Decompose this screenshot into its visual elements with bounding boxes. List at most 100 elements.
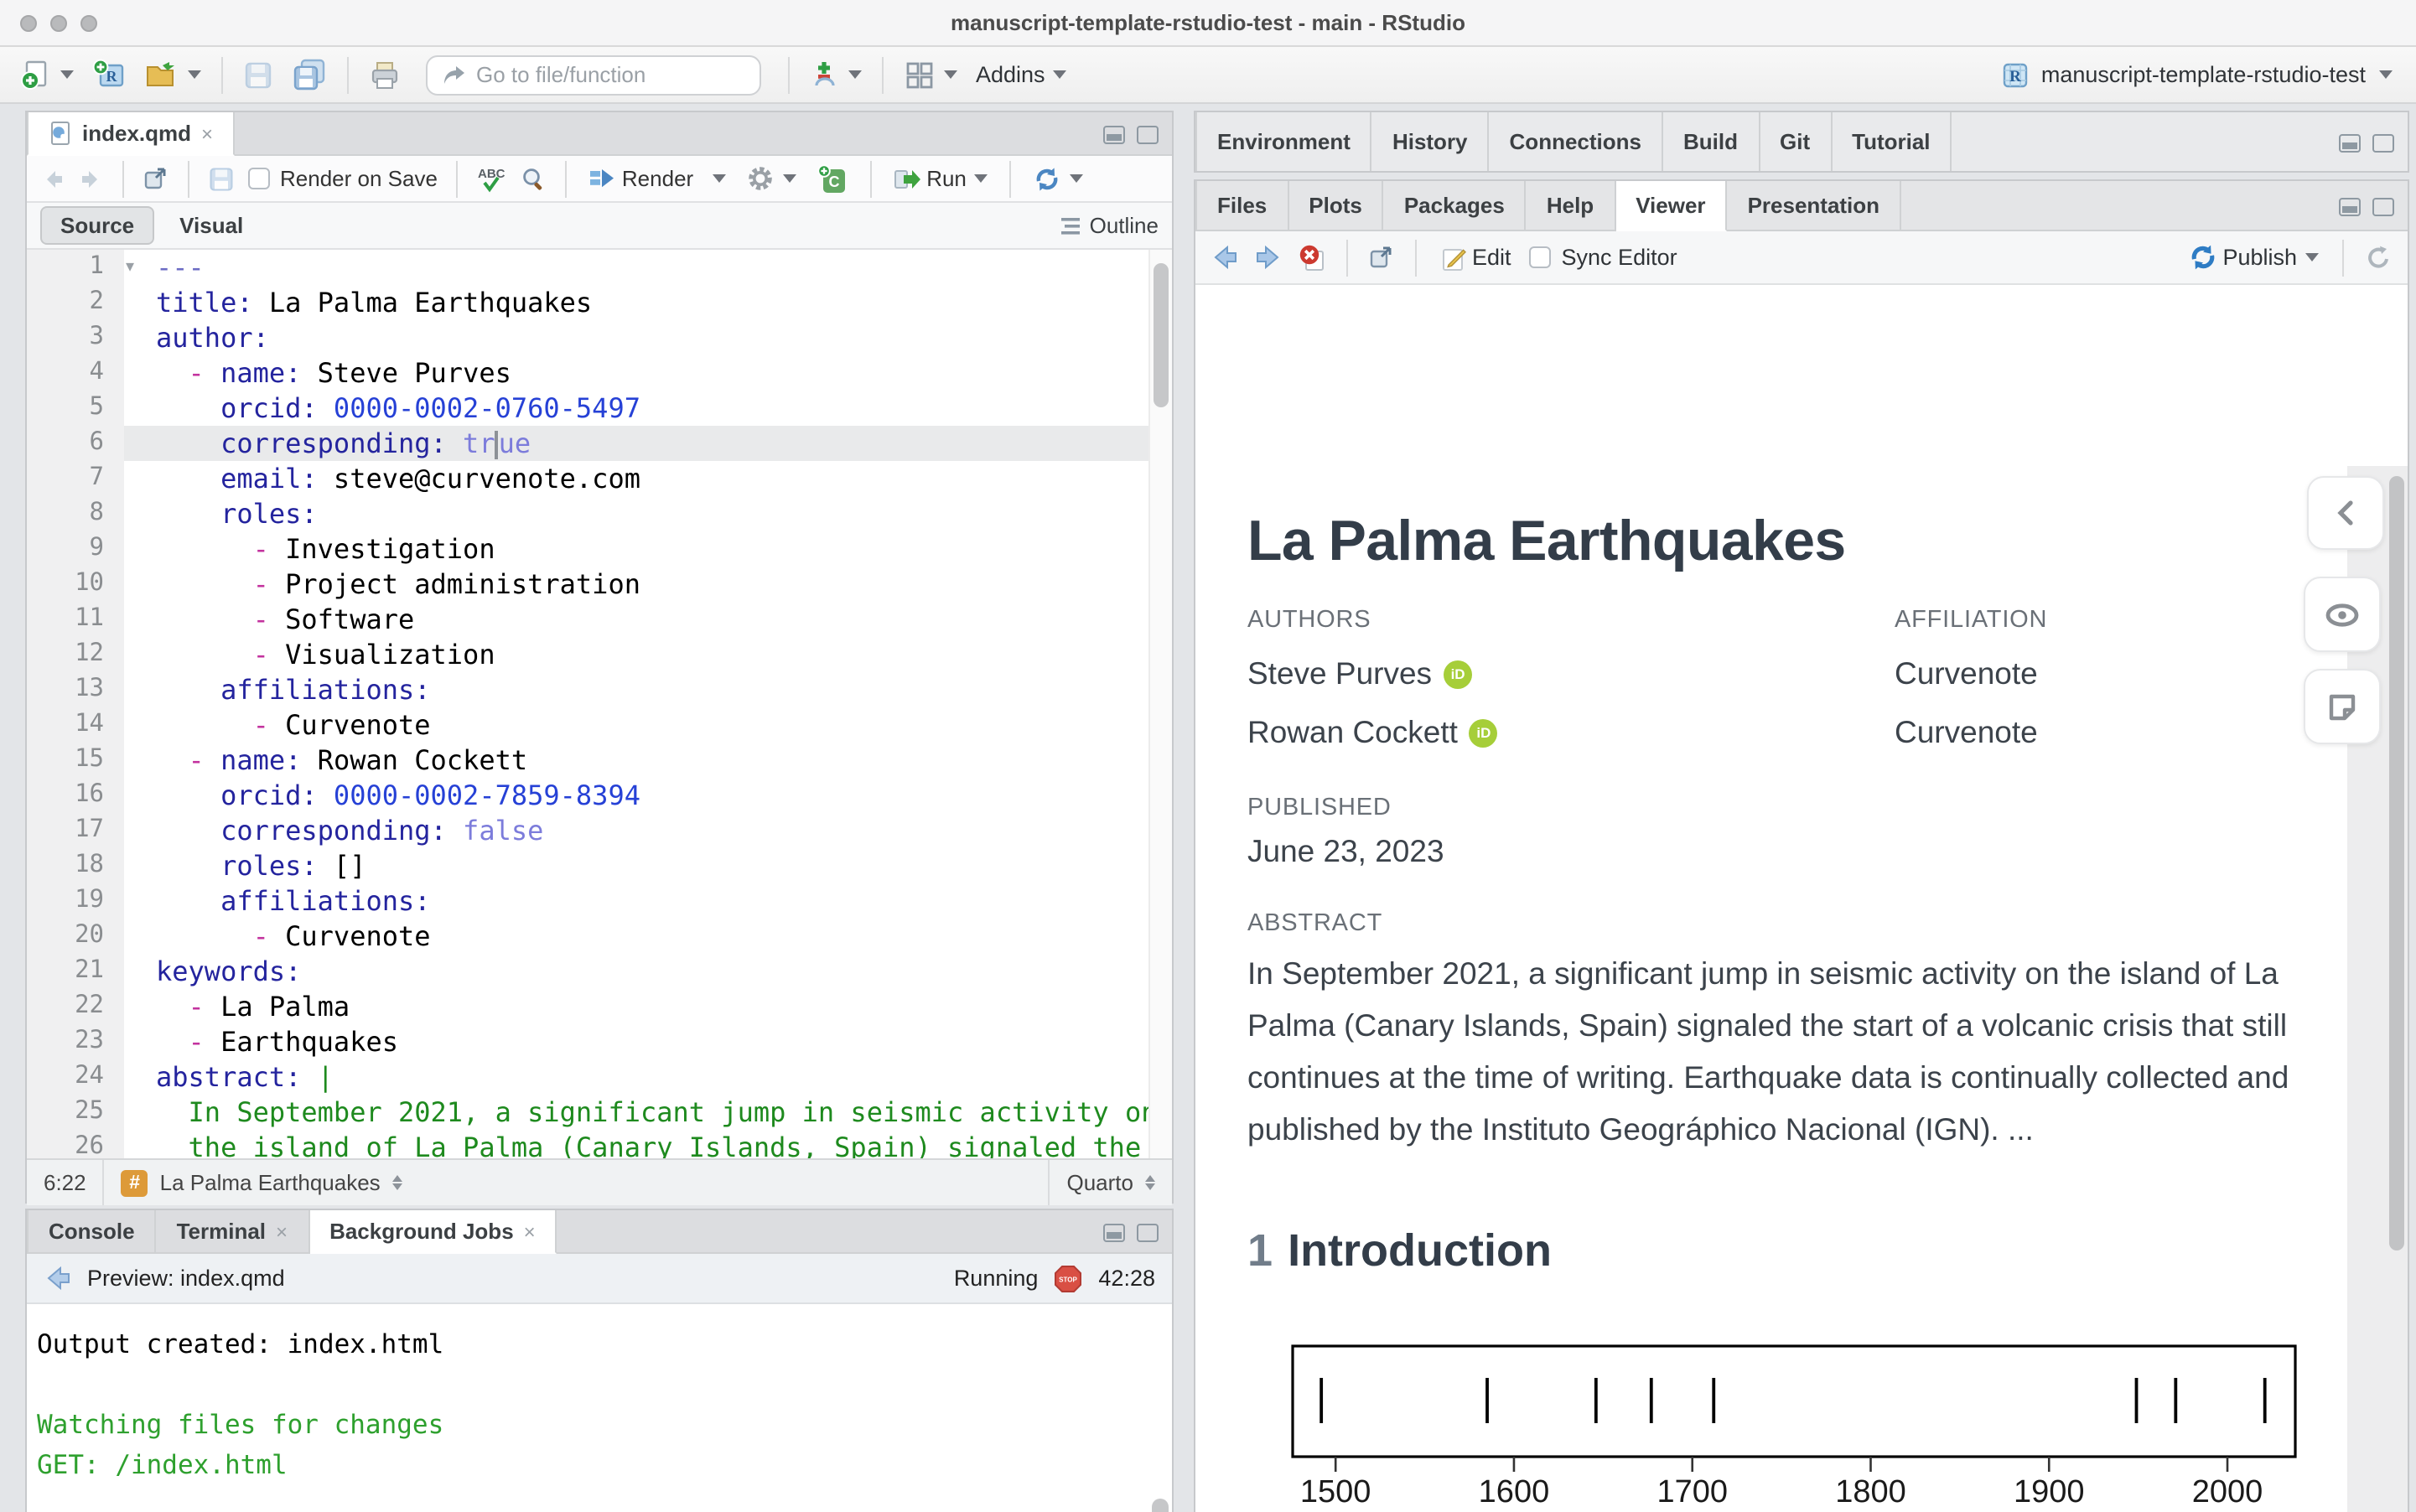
fold-arrow-icon[interactable]: ▾ <box>126 250 134 285</box>
save-button[interactable] <box>240 53 277 96</box>
code-line[interactable]: 1 ▾ --- <box>27 250 1172 285</box>
section-navigator[interactable]: # La Palma Earthquakes <box>105 1160 419 1205</box>
tab-build[interactable]: Build <box>1663 112 1760 171</box>
code-line[interactable]: 26 the island of La Palma (Canary Island… <box>27 1130 1172 1158</box>
project-menu-button[interactable]: R manuscript-template-rstudio-test <box>2001 60 2399 90</box>
console-output[interactable]: Output created: index.html Watching file… <box>27 1304 1172 1505</box>
cursor-position[interactable]: 6:22 <box>27 1160 105 1205</box>
new-file-button[interactable] <box>17 53 77 96</box>
run-button[interactable]: Run <box>889 157 992 200</box>
code-editor[interactable]: 1 ▾ --- 2 title: La Palma Earthquakes 3 author… <box>27 250 1172 1158</box>
code-line[interactable]: 11 - Software <box>27 602 1172 637</box>
tab-git[interactable]: Git <box>1760 112 1833 171</box>
addins-button[interactable]: Addins <box>972 53 1071 96</box>
tab-index-qmd[interactable]: index.qmd × <box>27 112 236 156</box>
tab-packages[interactable]: Packages <box>1384 181 1527 230</box>
tab-plots[interactable]: Plots <box>1288 181 1384 230</box>
code-line[interactable]: 4 - name: Steve Purves <box>27 355 1172 391</box>
code-line[interactable]: 8 roles: <box>27 496 1172 531</box>
rerun-button[interactable] <box>1030 157 1087 200</box>
maximize-pane-icon[interactable] <box>1137 125 1159 143</box>
minimize-pane-icon[interactable] <box>2339 197 2361 215</box>
tab-presentation[interactable]: Presentation <box>1728 181 1902 230</box>
sync-editor-toggle[interactable]: Sync Editor <box>1529 245 1677 270</box>
close-window-button[interactable] <box>20 15 37 32</box>
tab-tutorial[interactable]: Tutorial <box>1832 112 1952 171</box>
tab-terminal[interactable]: Terminal × <box>157 1210 310 1252</box>
maximize-pane-icon[interactable] <box>2372 197 2394 215</box>
print-button[interactable] <box>366 53 404 96</box>
code-line[interactable]: 23 - Earthquakes <box>27 1024 1172 1059</box>
close-tab-icon[interactable]: × <box>276 1219 288 1243</box>
code-line[interactable]: 25 In September 2021, a significant jump… <box>27 1095 1172 1130</box>
minimize-pane-icon[interactable] <box>2339 133 2361 152</box>
file-type-selector[interactable]: Quarto <box>1048 1160 1173 1205</box>
code-line[interactable]: 14 - Curvenote <box>27 707 1172 743</box>
goto-file-input[interactable] <box>476 62 746 87</box>
viewer-scrollbar[interactable] <box>2386 466 2408 1512</box>
tab-history[interactable]: History <box>1372 112 1490 171</box>
popout-icon[interactable] <box>143 166 169 191</box>
viewer-scrollbar-thumb[interactable] <box>2389 476 2404 1251</box>
code-line[interactable]: 7 email: steve@curvenote.com <box>27 461 1172 496</box>
insert-chunk-button[interactable]: C <box>812 157 851 200</box>
tab-files[interactable]: Files <box>1195 181 1289 230</box>
minimize-pane-icon[interactable] <box>1103 125 1125 143</box>
save-icon[interactable] <box>208 165 235 192</box>
back-icon[interactable] <box>40 167 65 190</box>
clear-viewer-icon[interactable] <box>1298 243 1326 272</box>
code-line[interactable]: 15 - name: Rowan Cockett <box>27 743 1172 778</box>
spellcheck-icon[interactable]: ABC <box>476 164 506 193</box>
workspace-panes-button[interactable] <box>900 53 961 96</box>
code-line[interactable]: 13 affiliations: <box>27 672 1172 707</box>
minimize-window-button[interactable] <box>50 15 67 32</box>
code-line[interactable]: 22 - La Palma <box>27 989 1172 1024</box>
zoom-window-button[interactable] <box>80 15 97 32</box>
code-line[interactable]: 17 corresponding: false <box>27 813 1172 848</box>
code-line[interactable]: 19 affiliations: <box>27 883 1172 919</box>
search-icon[interactable] <box>520 165 547 192</box>
new-project-button[interactable]: R <box>89 53 129 96</box>
viewer-forward-icon[interactable] <box>1254 245 1283 270</box>
version-control-button[interactable] <box>806 53 865 96</box>
editor-scrollbar-thumb[interactable] <box>1154 263 1169 407</box>
render-on-save-toggle[interactable]: Render on Save <box>248 166 438 191</box>
code-line[interactable]: 16 orcid: 0000-0002-7859-8394 <box>27 778 1172 813</box>
code-line[interactable]: 6 corresponding: tr ue <box>27 426 1172 461</box>
close-tab-icon[interactable]: × <box>524 1219 536 1243</box>
maximize-pane-icon[interactable] <box>1137 1223 1159 1241</box>
orcid-icon[interactable]: iD <box>1444 660 1473 688</box>
close-tab-icon[interactable]: × <box>201 122 213 145</box>
code-line[interactable]: 9 - Investigation <box>27 531 1172 567</box>
code-line[interactable]: 3 author: <box>27 320 1172 355</box>
visual-mode-button[interactable]: Visual <box>161 208 262 243</box>
code-line[interactable]: 5 orcid: 0000-0002-0760-5497 <box>27 391 1172 426</box>
tab-console[interactable]: Console <box>27 1210 157 1252</box>
orcid-icon[interactable]: iD <box>1469 718 1498 747</box>
tab-help[interactable]: Help <box>1527 181 1616 230</box>
render-settings-button[interactable] <box>742 157 799 200</box>
tab-environment[interactable]: Environment <box>1195 112 1372 171</box>
code-line[interactable]: 24 abstract: | <box>27 1059 1172 1095</box>
outline-button[interactable]: Outline <box>1090 213 1159 238</box>
console-scrollbar-thumb[interactable] <box>1152 1499 1169 1512</box>
source-mode-button[interactable]: Source <box>40 206 155 245</box>
refresh-icon[interactable] <box>2364 244 2393 271</box>
code-line[interactable]: 20 - Curvenote <box>27 919 1172 954</box>
sync-editor-checkbox[interactable] <box>1529 246 1552 268</box>
console-scrollbar[interactable] <box>1148 1306 1172 1512</box>
minimize-pane-icon[interactable] <box>1103 1223 1125 1241</box>
stop-job-icon[interactable]: STOP <box>1053 1263 1083 1293</box>
tab-background-jobs[interactable]: Background Jobs × <box>309 1210 557 1254</box>
edit-button[interactable]: Edit <box>1437 236 1515 279</box>
tab-viewer[interactable]: Viewer <box>1615 181 1728 231</box>
viewer-back-icon[interactable] <box>1211 245 1239 270</box>
tab-connections[interactable]: Connections <box>1490 112 1663 171</box>
open-file-button[interactable] <box>141 53 205 96</box>
publish-button[interactable]: Publish <box>2184 236 2322 279</box>
maximize-pane-icon[interactable] <box>2372 133 2394 152</box>
forward-icon[interactable] <box>79 167 104 190</box>
editor-scrollbar[interactable] <box>1148 250 1172 1158</box>
code-line[interactable]: 21 keywords: <box>27 954 1172 989</box>
render-button[interactable]: Render <box>585 157 728 200</box>
